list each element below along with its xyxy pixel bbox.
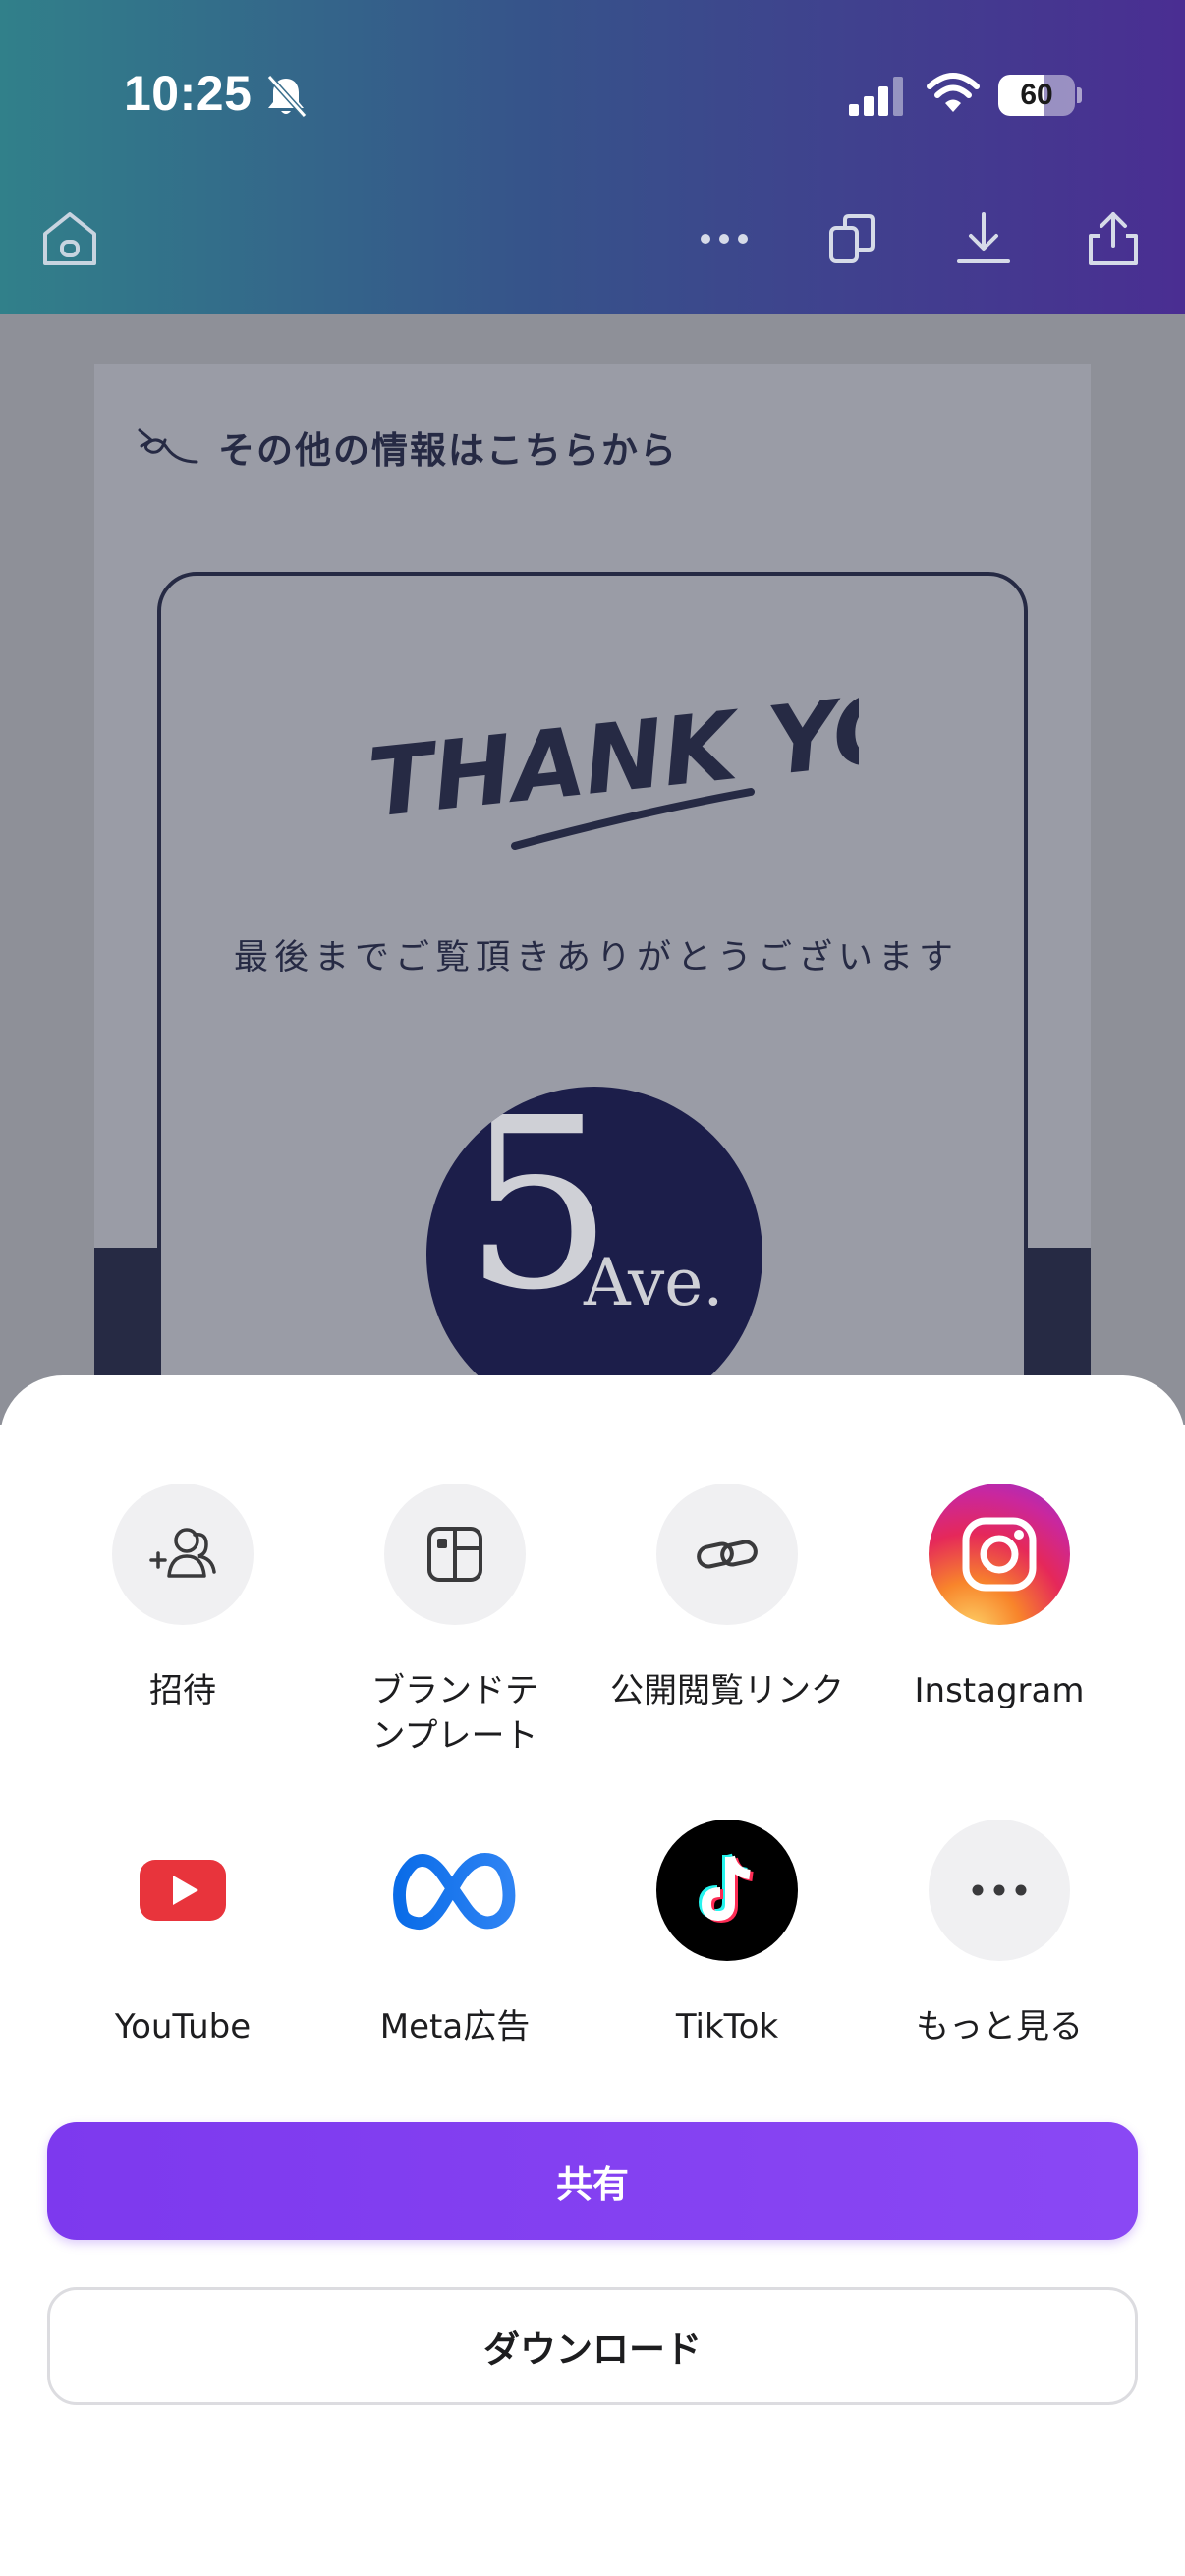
more-horizontal-icon (701, 234, 748, 244)
thanks-card: THANK YOU! 最後までご覧頂きありがとうございます 5 Ave. (157, 572, 1028, 1456)
home-icon (43, 212, 96, 265)
share-option-public-link[interactable]: 公開閲覧リンク (591, 1484, 864, 1729)
wifi-icon (927, 73, 980, 112)
battery-icon: 60 (998, 75, 1082, 116)
brand-logo: 5 Ave. (426, 1087, 762, 1423)
battery-level: 60 (1020, 79, 1053, 111)
option-label: YouTube (114, 2007, 252, 2046)
option-label: 招待 (149, 1671, 216, 1710)
design-canvas: その他の情報はこちらから THANK YOU! 最後までご覧頂きありがとうござい… (0, 314, 1185, 1456)
download-secondary-button[interactable]: ダウンロード (47, 2287, 1138, 2405)
thanks-message: 最後までご覧頂きありがとうございます (233, 938, 959, 978)
curly-arrow-icon (138, 428, 198, 464)
meta-icon (384, 1820, 526, 1961)
download-icon (957, 212, 1010, 263)
svg-text:THANK YOU!: THANK YOU! (364, 660, 859, 839)
share-option-more[interactable]: もっと見る (863, 1820, 1136, 2065)
share-upload-icon (1089, 212, 1138, 265)
youtube-icon (112, 1820, 254, 1961)
signal-icon (849, 77, 903, 116)
download-button[interactable] (949, 204, 1018, 273)
share-sheet: 招待 ブランドテ ンプレート 公開閲覧リンク Instagram YouTube… (0, 1375, 1185, 2576)
option-label: Instagram (914, 1671, 1085, 1710)
share-option-tiktok[interactable]: TikTok (591, 1820, 864, 2065)
share-option-instagram[interactable]: Instagram (863, 1484, 1136, 1729)
copy-pages-icon (829, 214, 875, 263)
tiktok-icon (656, 1820, 798, 1961)
share-option-invite[interactable]: 招待 (46, 1484, 319, 1729)
option-label: Meta広告 (379, 2007, 531, 2046)
home-button[interactable] (35, 204, 104, 273)
brand-template-icon (384, 1484, 526, 1625)
share-upload-button[interactable] (1079, 204, 1148, 273)
share-button[interactable]: 共有 (47, 2122, 1138, 2240)
option-label: 公開閲覧リンク (610, 1671, 844, 1710)
link-icon (656, 1484, 798, 1625)
share-option-brand-template[interactable]: ブランドテ ンプレート (318, 1484, 592, 1778)
logo-text: Ave. (584, 1245, 724, 1320)
editor-header: 10:25 60 (0, 0, 1185, 314)
design-page[interactable]: その他の情報はこちらから THANK YOU! 最後までご覧頂きありがとうござい… (94, 364, 1091, 1456)
option-label-line2: ンプレート (371, 1716, 538, 1756)
option-label-multiline: ブランドテ ンプレート (318, 1668, 592, 1759)
invite-people-icon (112, 1484, 254, 1625)
info-heading: その他の情報はこちらから (218, 429, 678, 472)
pages-button[interactable] (819, 204, 888, 273)
option-label: TikTok (675, 2007, 779, 2046)
instagram-icon (929, 1484, 1070, 1625)
more-icon (929, 1820, 1070, 1961)
share-option-youtube[interactable]: YouTube (46, 1820, 319, 2065)
status-time: 10:25 (124, 66, 253, 121)
share-option-meta-ads[interactable]: Meta広告 (318, 1820, 592, 2065)
option-label-line1: ブランドテ (371, 1671, 538, 1710)
option-label: もっと見る (916, 2007, 1083, 2046)
more-options-button[interactable] (690, 204, 759, 273)
bell-slash-icon (266, 74, 308, 119)
thank-you-lettering: THANK YOU! (364, 660, 859, 850)
